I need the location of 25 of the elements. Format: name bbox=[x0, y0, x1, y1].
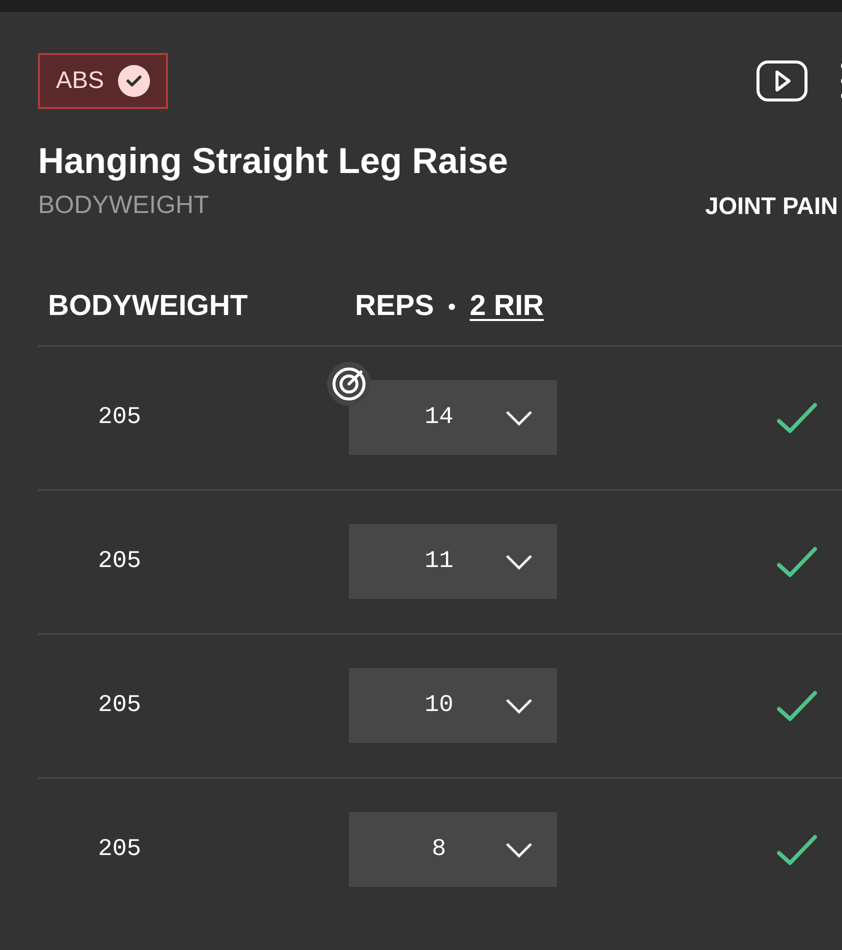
reps-column-header: REPS bbox=[355, 288, 434, 324]
joint-pain-label[interactable]: JOINT PAIN bbox=[705, 188, 838, 224]
checkmark-icon[interactable] bbox=[776, 834, 818, 866]
weight-column-header: BODYWEIGHT bbox=[48, 288, 249, 324]
reps-dropdown[interactable]: 14 bbox=[349, 380, 557, 455]
exercise-title: Hanging Straight Leg Raise bbox=[38, 139, 510, 183]
checkmark-icon[interactable] bbox=[776, 690, 818, 722]
equipment-label: BODYWEIGHT bbox=[38, 190, 209, 221]
weight-value: 205 bbox=[98, 402, 142, 432]
rir-link[interactable]: 2 RIR bbox=[470, 284, 544, 328]
reps-dropdown[interactable]: 10 bbox=[349, 668, 557, 743]
checkmark-icon[interactable] bbox=[776, 402, 818, 434]
checkmark-icon[interactable] bbox=[776, 546, 818, 578]
weight-value: 205 bbox=[98, 546, 142, 576]
weight-value: 205 bbox=[98, 834, 142, 864]
reps-dropdown[interactable]: 8 bbox=[349, 812, 557, 887]
chevron-down-icon bbox=[505, 842, 533, 858]
chevron-down-icon bbox=[505, 410, 533, 426]
weight-value: 205 bbox=[98, 690, 142, 720]
video-play-icon[interactable] bbox=[756, 60, 808, 102]
separator-dot: • bbox=[448, 293, 456, 321]
chevron-down-icon bbox=[505, 554, 533, 570]
reps-dropdown[interactable]: 11 bbox=[349, 524, 557, 599]
tag-label: ABS bbox=[56, 66, 104, 96]
chevron-down-icon bbox=[505, 698, 533, 714]
